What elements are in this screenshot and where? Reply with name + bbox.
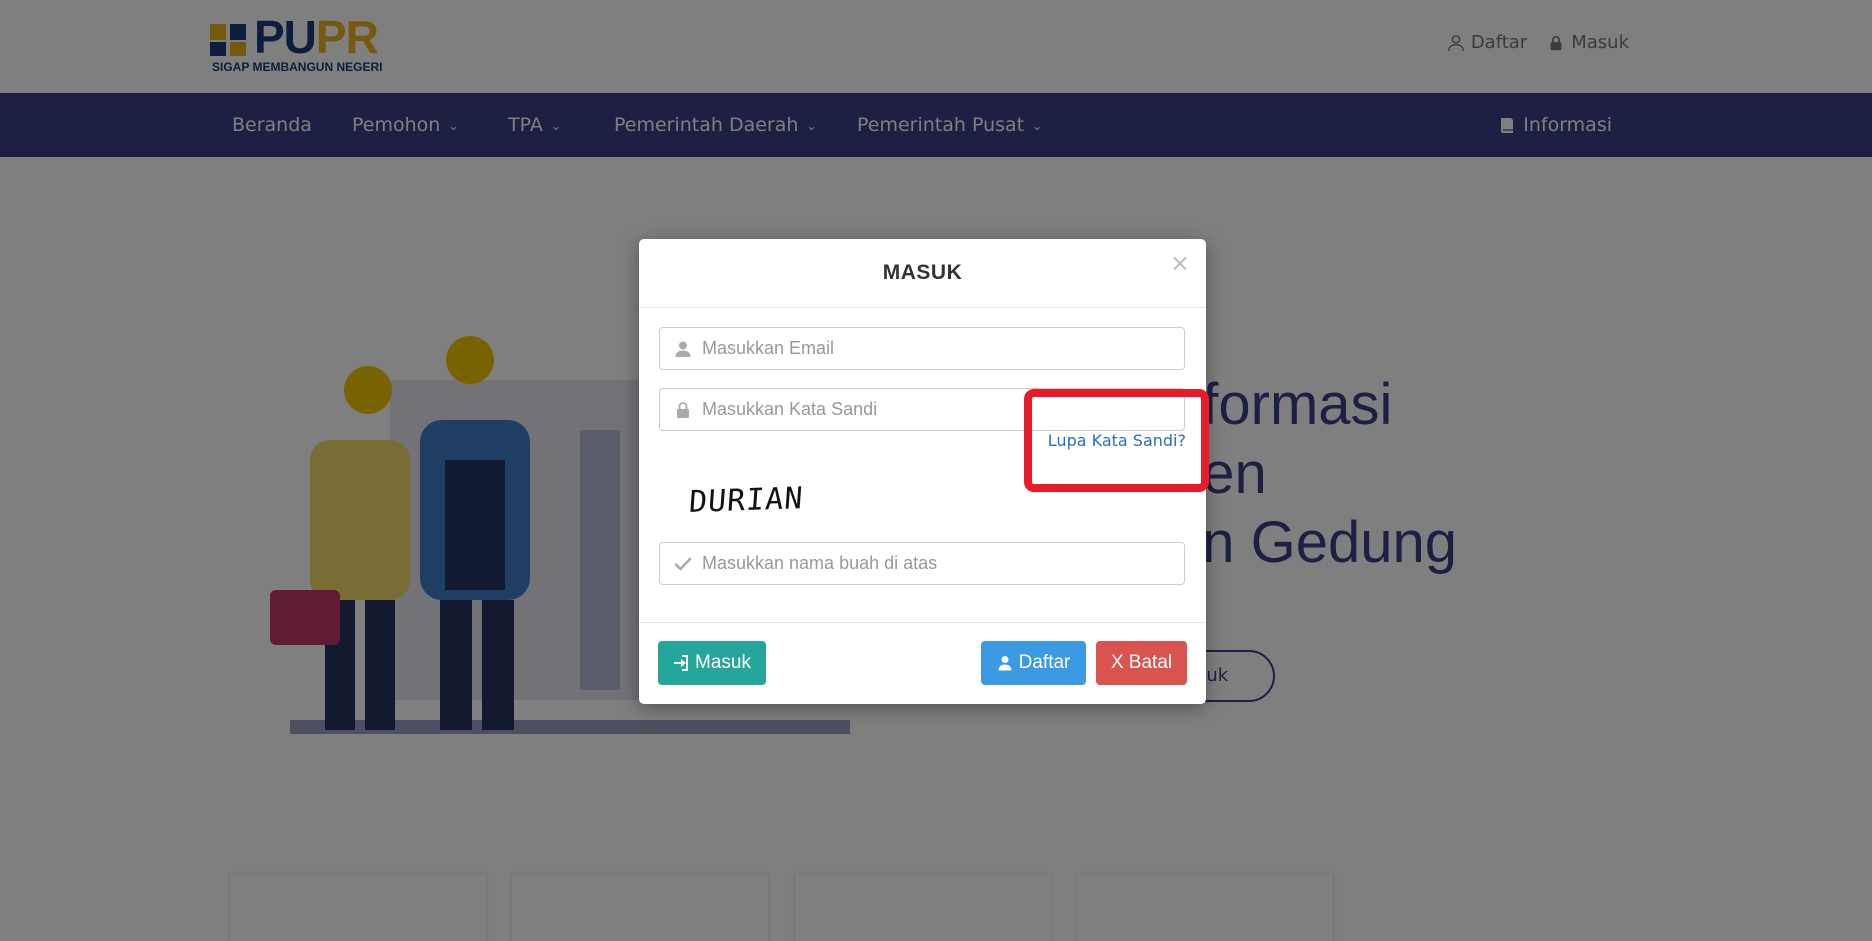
register-button-label: Daftar — [1018, 652, 1071, 673]
cancel-button[interactable]: X Batal — [1096, 641, 1187, 685]
email-input[interactable] — [702, 328, 1172, 369]
close-icon[interactable]: × — [1170, 251, 1190, 275]
sign-in-icon — [674, 655, 689, 671]
password-input[interactable] — [702, 389, 1172, 430]
user-icon — [998, 656, 1012, 671]
captcha-image: DURIAN — [687, 480, 805, 521]
register-button[interactable]: Daftar — [981, 641, 1086, 685]
password-field — [659, 388, 1185, 431]
lock-icon — [677, 402, 689, 418]
login-button[interactable]: Masuk — [658, 641, 766, 685]
captcha-field — [659, 542, 1185, 585]
forgot-password-link[interactable]: Lupa Kata Sandi? — [1048, 431, 1186, 450]
login-button-label: Masuk — [695, 652, 751, 673]
check-icon — [674, 557, 692, 571]
login-modal: MASUK × Lupa Kata Sandi? DURIAN Masuk Da… — [639, 239, 1206, 704]
captcha-input[interactable] — [702, 543, 1172, 584]
modal-header: MASUK × — [639, 239, 1206, 308]
modal-footer: Masuk Daftar X Batal — [639, 622, 1206, 704]
modal-title: MASUK — [882, 261, 963, 284]
user-icon — [675, 341, 691, 357]
email-field — [659, 327, 1185, 370]
cancel-button-label: X Batal — [1110, 652, 1173, 673]
